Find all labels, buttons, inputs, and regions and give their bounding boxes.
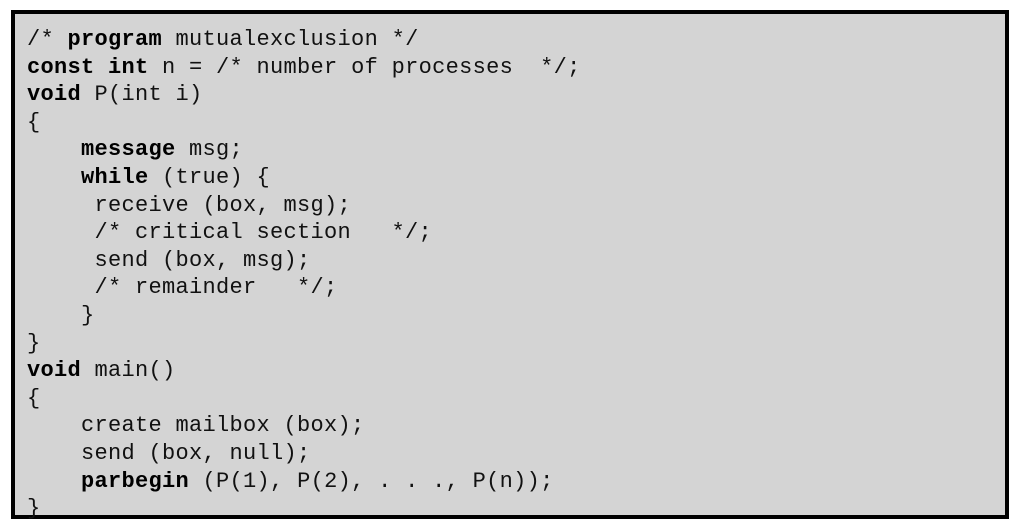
- code-text: /* critical section */;: [27, 220, 433, 246]
- code-text: create mailbox (box);: [27, 413, 365, 439]
- code-keyword: void: [27, 358, 82, 384]
- code-line: }: [27, 495, 1005, 523]
- code-line: receive (box, msg);: [27, 192, 1005, 220]
- code-text: send (box, msg);: [27, 247, 311, 273]
- code-keyword: while: [81, 164, 149, 190]
- code-text: msg;: [175, 137, 244, 163]
- code-keyword: parbegin: [81, 468, 190, 494]
- code-text: {: [27, 109, 41, 135]
- code-line: while (true) {: [27, 164, 1005, 192]
- code-text: n = /* number of processes */;: [148, 54, 581, 80]
- code-text: /*: [27, 27, 68, 52]
- code-text: (P(1), P(2), . . ., P(n));: [189, 468, 554, 494]
- code-text: main(): [81, 358, 176, 384]
- code-line: create mailbox (box);: [27, 412, 1005, 440]
- code-keyword: message: [81, 137, 176, 163]
- code-listing-box: /* program mutualexclusion */const int n…: [11, 10, 1009, 521]
- code-text: /* remainder */;: [27, 275, 338, 301]
- code-keyword: program: [67, 27, 163, 52]
- code-keyword: void: [27, 82, 82, 108]
- code-text: receive (box, msg);: [27, 192, 352, 218]
- code-line: /* critical section */;: [27, 219, 1005, 247]
- code-line: void main(): [27, 357, 1005, 385]
- code-text: {: [27, 385, 41, 411]
- code-line: send (box, null);: [27, 440, 1005, 468]
- code-line: message msg;: [27, 136, 1005, 164]
- code-keyword: const int: [27, 54, 149, 80]
- code-line: }: [27, 330, 1005, 358]
- code-text: mutualexclusion */: [162, 27, 419, 52]
- code-text: }: [27, 330, 41, 356]
- code-text: send (box, null);: [27, 440, 311, 466]
- code-listing: /* program mutualexclusion */const int n…: [27, 26, 1005, 523]
- code-line: send (box, msg);: [27, 247, 1005, 275]
- code-line: /* remainder */;: [27, 274, 1005, 302]
- code-line: void P(int i): [27, 81, 1005, 109]
- code-text: P(int i): [81, 82, 203, 108]
- code-line: {: [27, 385, 1005, 413]
- code-line: const int n = /* number of processes */;: [27, 54, 1005, 82]
- code-line: parbegin (P(1), P(2), . . ., P(n));: [27, 468, 1005, 496]
- code-line: }: [27, 302, 1005, 330]
- code-text: (true) {: [148, 164, 271, 190]
- code-line: /* program mutualexclusion */: [27, 26, 1005, 54]
- code-text: }: [27, 302, 95, 328]
- code-line: {: [27, 109, 1005, 137]
- code-text: }: [27, 496, 41, 522]
